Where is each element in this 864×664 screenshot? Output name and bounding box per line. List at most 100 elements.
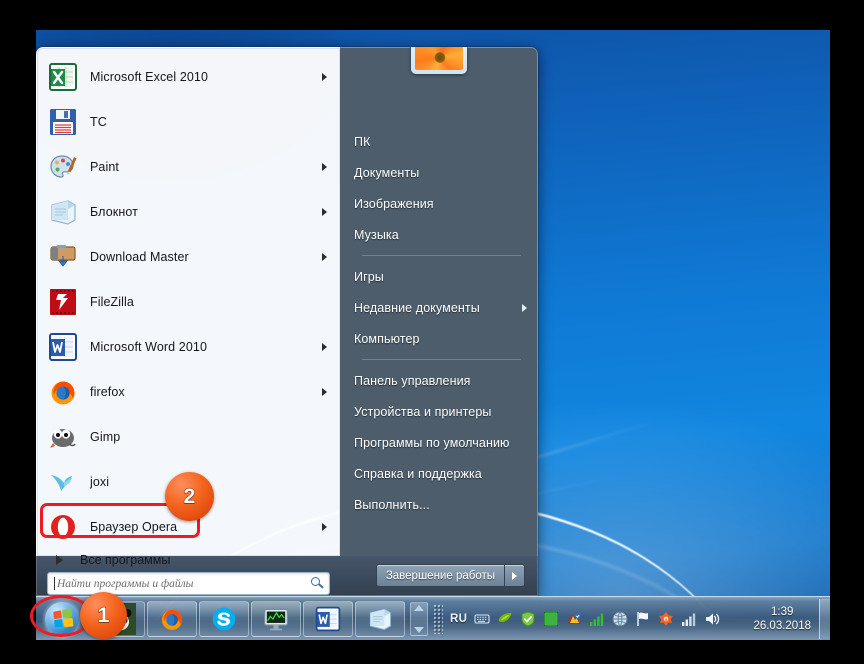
start-menu-right-item[interactable]: Документы bbox=[340, 157, 537, 188]
tray-icons bbox=[474, 610, 720, 627]
floppy-disk-icon bbox=[47, 106, 79, 138]
volume-icon bbox=[704, 611, 720, 627]
program-item-label: firefox bbox=[90, 384, 125, 399]
program-item[interactable]: Блокнот bbox=[40, 189, 337, 234]
paint-palette-icon bbox=[47, 151, 79, 183]
submenu-arrow-icon bbox=[322, 207, 327, 216]
taskbar: RU 1:39 26.03.2018 bbox=[36, 596, 830, 640]
program-item-label: TC bbox=[90, 114, 107, 129]
start-menu-right-item-label: Документы bbox=[354, 165, 420, 180]
nvidia-leaf-icon[interactable] bbox=[497, 611, 513, 627]
shutdown-options-button[interactable] bbox=[505, 564, 525, 587]
firefox-button[interactable] bbox=[147, 600, 197, 637]
program-item[interactable]: Download Master bbox=[40, 234, 337, 279]
keyboard-icon bbox=[474, 611, 490, 627]
program-item[interactable]: firefox bbox=[40, 369, 337, 414]
download-master-icon bbox=[47, 241, 79, 273]
opera-icon bbox=[47, 511, 79, 543]
program-item[interactable]: Gimp bbox=[40, 414, 337, 459]
program-item[interactable]: Microsoft Word 2010 bbox=[40, 324, 337, 369]
notepad-icon bbox=[366, 605, 394, 633]
program-item-label: Gimp bbox=[90, 429, 121, 444]
shutdown-label: Завершение работы bbox=[385, 569, 495, 582]
shutdown-button[interactable]: Завершение работы bbox=[375, 564, 505, 587]
language-indicator[interactable]: RU bbox=[450, 613, 467, 625]
start-menu-right-item[interactable]: Устройства и принтеры bbox=[340, 396, 537, 427]
start-menu-right-item-label: Изображения bbox=[354, 196, 434, 211]
start-menu-right-item[interactable]: Выполнить... bbox=[340, 489, 537, 520]
paint-palette-icon bbox=[47, 151, 79, 183]
program-item[interactable]: TC bbox=[40, 99, 337, 144]
right-pane-divider bbox=[362, 359, 521, 360]
gimp-icon bbox=[47, 421, 79, 453]
avp-icon[interactable] bbox=[566, 611, 582, 627]
program-item[interactable]: Paint bbox=[40, 144, 337, 189]
green-grid-icon[interactable] bbox=[543, 611, 559, 627]
word-icon bbox=[47, 331, 79, 363]
notepad-icon bbox=[47, 196, 79, 228]
start-menu-right-item[interactable]: Справка и поддержка bbox=[340, 458, 537, 489]
avatar-flower-image bbox=[414, 47, 463, 70]
clock[interactable]: 1:39 26.03.2018 bbox=[753, 605, 811, 633]
windows-orb-icon bbox=[45, 601, 79, 636]
word-button[interactable] bbox=[303, 600, 353, 637]
monitor-chart-icon bbox=[262, 605, 290, 633]
keyboard-icon[interactable] bbox=[474, 611, 490, 627]
submenu-arrow-icon bbox=[522, 303, 527, 312]
search-input[interactable]: Найти программы и файлы bbox=[47, 572, 330, 595]
globe-icon[interactable] bbox=[612, 611, 628, 627]
start-menu-right-item[interactable]: Недавние документы bbox=[340, 292, 537, 323]
start-menu-right-item[interactable]: ПК bbox=[340, 126, 537, 157]
joxi-bird-icon bbox=[47, 466, 79, 498]
search-placeholder: Найти программы и файлы bbox=[57, 577, 194, 590]
start-menu-right-item[interactable]: Программы по умолчанию bbox=[340, 427, 537, 458]
program-item[interactable]: FileZilla bbox=[40, 279, 337, 324]
avp-icon bbox=[566, 611, 582, 627]
program-item-label: Download Master bbox=[90, 249, 189, 264]
start-menu-right-item-label: Панель управления bbox=[354, 373, 471, 388]
start-menu-right-item[interactable]: Панель управления bbox=[340, 365, 537, 396]
right-menu-list: ПК Документы Изображения Музыка Игры Недавние… bbox=[340, 126, 537, 520]
taskbar-buttons bbox=[94, 600, 406, 637]
start-menu-right-item[interactable]: Музыка bbox=[340, 219, 537, 250]
scroll-down-icon[interactable] bbox=[414, 626, 424, 633]
firefox-icon bbox=[47, 376, 79, 408]
filezilla-icon bbox=[47, 286, 79, 318]
screenshot-root: ✦ ✦ Microsoft Excel 2010TCPaintБлокнотDo… bbox=[0, 0, 864, 664]
opera-icon bbox=[47, 511, 79, 543]
word-icon bbox=[314, 605, 342, 633]
skype-button[interactable] bbox=[199, 600, 249, 637]
show-desktop-button[interactable] bbox=[819, 598, 830, 639]
start-menu-body: Microsoft Excel 2010 TC Paint Блокнот Downlo… bbox=[36, 47, 538, 595]
start-menu-right-item[interactable]: Игры bbox=[340, 261, 537, 292]
volume-icon[interactable] bbox=[704, 611, 720, 627]
shield-check-icon[interactable] bbox=[520, 610, 536, 627]
program-item-label: Браузер Opera bbox=[90, 519, 178, 534]
program-item-label: FileZilla bbox=[90, 294, 134, 309]
search-container: Найти программы и файлы bbox=[37, 572, 340, 596]
signal-bars-icon bbox=[589, 611, 605, 627]
program-item-label: Microsoft Excel 2010 bbox=[90, 69, 209, 84]
network-bars-icon[interactable] bbox=[681, 611, 697, 627]
all-programs-button[interactable]: Все программы bbox=[40, 553, 337, 567]
signal-bars-icon[interactable] bbox=[589, 611, 605, 627]
search-icon[interactable] bbox=[310, 576, 325, 591]
program-item[interactable]: Microsoft Excel 2010 bbox=[40, 54, 337, 99]
avatar[interactable] bbox=[410, 47, 467, 74]
avast-icon bbox=[658, 611, 674, 627]
notepad-button[interactable] bbox=[355, 600, 405, 637]
flag-icon[interactable] bbox=[635, 611, 651, 627]
monitor-app-button[interactable] bbox=[251, 600, 301, 637]
scroll-up-icon[interactable] bbox=[414, 604, 424, 611]
word-icon bbox=[47, 331, 79, 363]
submenu-arrow-icon bbox=[322, 72, 327, 81]
avast-icon[interactable] bbox=[658, 611, 674, 627]
start-menu-right-item[interactable]: Компьютер bbox=[340, 323, 537, 354]
shutdown-control: Завершение работы bbox=[375, 564, 525, 587]
all-programs-label: Все программы bbox=[80, 553, 171, 567]
taskbar-grip-handle[interactable] bbox=[433, 603, 443, 634]
taskbar-scroll-buttons[interactable] bbox=[410, 601, 428, 636]
program-item-label: Блокнот bbox=[90, 204, 138, 219]
start-menu-right-item[interactable]: Изображения bbox=[340, 188, 537, 219]
clock-time: 1:39 bbox=[771, 605, 794, 618]
